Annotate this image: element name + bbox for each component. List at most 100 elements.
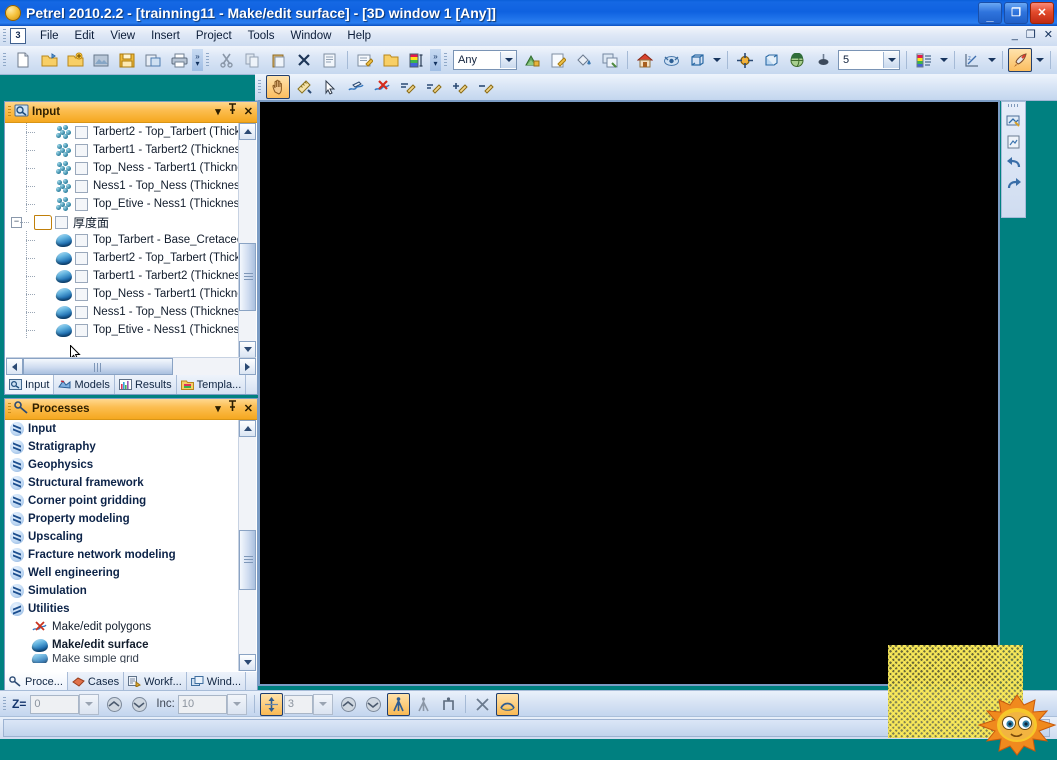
- cube-view-icon[interactable]: [759, 48, 783, 72]
- panel-menu-icon[interactable]: ▾: [215, 104, 221, 120]
- minimize-button[interactable]: _: [978, 2, 1002, 24]
- tree-row-checkbox[interactable]: [75, 251, 88, 265]
- z-value-dropdown[interactable]: [79, 693, 100, 715]
- rocket-dropdown[interactable]: [1033, 50, 1046, 70]
- intersection-count-input[interactable]: 3: [283, 694, 313, 714]
- chevron-down-icon[interactable]: [883, 52, 899, 68]
- tree-row[interactable]: Top_Ness - Tarbert1 (Thickness): [6, 159, 238, 177]
- mdi-close-icon[interactable]: ✕: [1044, 28, 1053, 42]
- clear-intersections-icon[interactable]: [471, 693, 494, 716]
- panel-pin-icon[interactable]: [228, 103, 237, 120]
- step-forward-icon[interactable]: [362, 693, 385, 716]
- tree-row[interactable]: Tarbert2 - Top_Tarbert (Thicknes: [6, 249, 238, 267]
- tree-row[interactable]: Tarbert1 - Tarbert2 (Thickness): [6, 141, 238, 159]
- chevron-down-icon[interactable]: [10, 584, 24, 598]
- redo-icon[interactable]: [1004, 173, 1023, 194]
- process-group-fracture-network-modeling[interactable]: Fracture network modeling: [6, 546, 239, 564]
- z-increase-icon[interactable]: [128, 693, 151, 716]
- new-folder-icon[interactable]: [379, 48, 403, 72]
- edit-annotation-icon[interactable]: [546, 48, 570, 72]
- save-project-icon[interactable]: [115, 48, 139, 72]
- histogram-dropdown[interactable]: [937, 50, 950, 70]
- close-button[interactable]: ✕: [1030, 2, 1054, 24]
- crossplot-dropdown[interactable]: [985, 50, 998, 70]
- properties-icon[interactable]: [318, 48, 342, 72]
- chevron-down-icon[interactable]: [10, 422, 24, 436]
- lighting-icon[interactable]: [811, 48, 835, 72]
- menu-insert[interactable]: Insert: [143, 28, 188, 44]
- pan-hand-tool-icon[interactable]: [266, 75, 290, 99]
- inc-value-input[interactable]: 10: [177, 694, 227, 714]
- process-group-utilities[interactable]: Utilities: [6, 600, 239, 618]
- color-table-icon[interactable]: [405, 48, 429, 72]
- scroll-down-button[interactable]: [239, 341, 256, 358]
- insert-point-icon[interactable]: [448, 75, 472, 99]
- new-line-icon[interactable]: [396, 75, 420, 99]
- toolbar-overflow-1[interactable]: » ▾: [192, 49, 203, 71]
- settings-icon[interactable]: [353, 48, 377, 72]
- processes-panel-grip[interactable]: [8, 403, 11, 415]
- tree-row-checkbox[interactable]: [75, 125, 88, 139]
- menu-edit[interactable]: Edit: [67, 28, 103, 44]
- menu-help[interactable]: Help: [339, 28, 379, 44]
- process-group-corner-point-gridding[interactable]: Corner point gridding: [6, 492, 239, 510]
- menu-file[interactable]: File: [32, 28, 67, 44]
- menu-tools[interactable]: Tools: [240, 28, 283, 44]
- tab-workflows[interactable]: Workf...: [124, 672, 187, 691]
- fill-color-icon[interactable]: [572, 48, 596, 72]
- process-group-property-modeling[interactable]: Property modeling: [6, 510, 239, 528]
- append-point-icon[interactable]: [422, 75, 446, 99]
- menu-drag-grip[interactable]: [3, 29, 6, 43]
- import-file-icon[interactable]: [89, 48, 113, 72]
- tree-row-checkbox[interactable]: [75, 269, 88, 283]
- delete-icon[interactable]: [292, 48, 316, 72]
- chevron-down-icon[interactable]: [10, 548, 24, 562]
- toolbar-grip-1[interactable]: [3, 53, 6, 67]
- input-tree[interactable]: Tarbert2 - Top_Tarbert (Thicknes Tarbert…: [6, 123, 238, 358]
- vertical-exaggeration-select[interactable]: 5: [838, 50, 900, 70]
- globe-view-icon[interactable]: [785, 48, 809, 72]
- print-icon[interactable]: [167, 48, 191, 72]
- tree-row-checkbox[interactable]: [75, 233, 88, 247]
- app-badge[interactable]: 3: [10, 28, 26, 44]
- cut-icon[interactable]: [214, 48, 238, 72]
- right-toolbar-grip[interactable]: [1007, 104, 1020, 107]
- toolbar2-grip[interactable]: [258, 80, 261, 94]
- input-tree-hscrollbar[interactable]: [6, 357, 256, 375]
- input-panel-grip[interactable]: [8, 106, 11, 118]
- view-dropdown-1[interactable]: [710, 50, 723, 70]
- toolbar-overflow-2[interactable]: » ▾: [430, 49, 441, 71]
- rocket-tool-icon[interactable]: [1008, 48, 1032, 72]
- chevron-down-icon[interactable]: [10, 476, 24, 490]
- z-decrease-icon[interactable]: [103, 693, 126, 716]
- process-group-stratigraphy[interactable]: Stratigraphy: [6, 438, 239, 456]
- panel-close-icon[interactable]: ✕: [244, 104, 253, 120]
- intersection-flat-icon[interactable]: [437, 693, 460, 716]
- tree-row-checkbox[interactable]: [75, 323, 88, 337]
- menu-window[interactable]: Window: [283, 28, 340, 44]
- scroll-up-button[interactable]: [239, 123, 256, 140]
- show-intersection-icon[interactable]: [386, 692, 410, 716]
- chevron-down-icon[interactable]: [10, 458, 24, 472]
- scroll-down-button[interactable]: [239, 654, 256, 671]
- tree-row[interactable]: Top_Etive - Ness1 (Thickness): [6, 321, 238, 339]
- scroll-left-button[interactable]: [6, 358, 23, 375]
- copy-icon[interactable]: [240, 48, 264, 72]
- process-group-geophysics[interactable]: Geophysics: [6, 456, 239, 474]
- tab-processes[interactable]: Proce...: [5, 672, 68, 691]
- home-view-icon[interactable]: [633, 48, 657, 72]
- tab-templates[interactable]: Templa...: [177, 375, 247, 394]
- copy-view-icon[interactable]: [598, 48, 622, 72]
- target-view-icon[interactable]: [733, 48, 757, 72]
- scroll-thumb[interactable]: [239, 530, 256, 590]
- tab-cases[interactable]: Cases: [68, 672, 125, 691]
- 3d-window-canvas[interactable]: [258, 100, 1000, 686]
- process-group-upscaling[interactable]: Upscaling: [6, 528, 239, 546]
- tab-input[interactable]: Input: [5, 375, 55, 394]
- color-legend-icon[interactable]: [520, 48, 544, 72]
- chevron-down-icon[interactable]: [10, 512, 24, 526]
- chevron-down-icon[interactable]: [10, 440, 24, 454]
- tab-windows[interactable]: Wind...: [187, 672, 247, 691]
- process-group-structural-framework[interactable]: Structural framework: [6, 474, 239, 492]
- bounding-box-icon[interactable]: [685, 48, 709, 72]
